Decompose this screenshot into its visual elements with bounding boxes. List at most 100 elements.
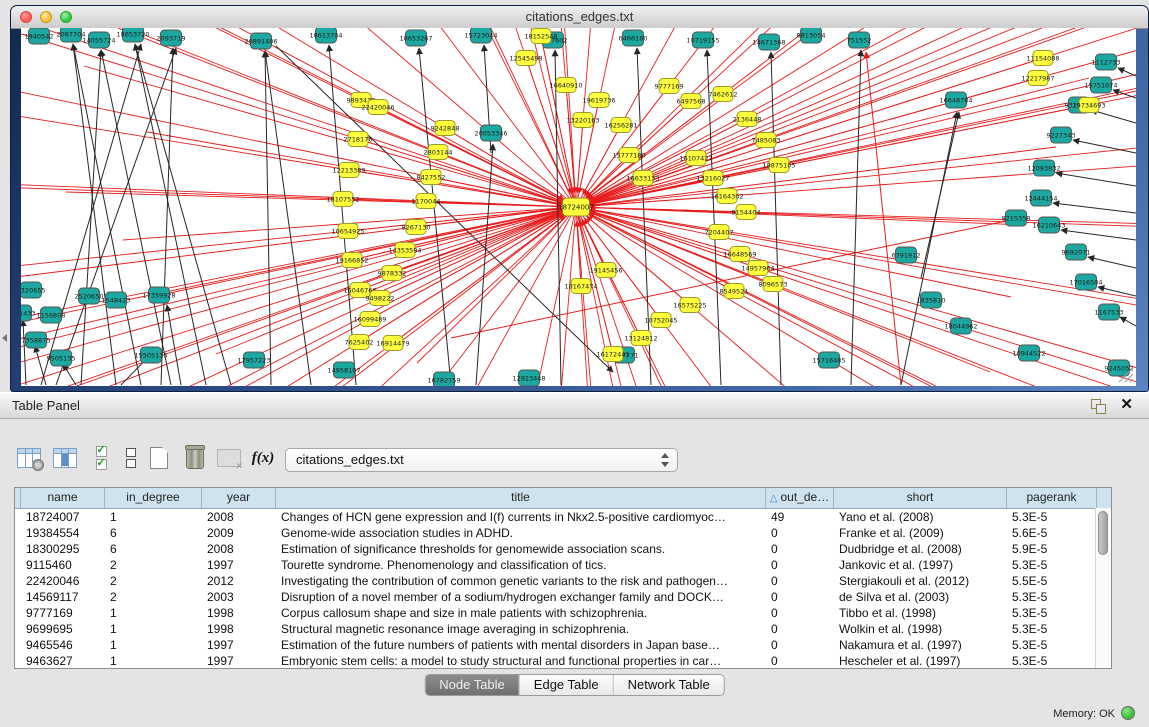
graph-node[interactable]: 15723044 <box>464 28 497 43</box>
graph-node[interactable]: 19875105 <box>762 158 795 173</box>
graph-node[interactable]: 1156808 <box>37 307 66 323</box>
tab-node-table[interactable]: Node Table <box>425 675 520 695</box>
graph-node[interactable]: 2520650 <box>75 288 104 304</box>
graph-node[interactable]: 15751074 <box>1084 77 1117 93</box>
column-header-name[interactable]: name <box>21 488 105 508</box>
graph-node[interactable]: 9242848 <box>431 121 460 136</box>
graph-node[interactable]: 18653720 <box>116 28 149 42</box>
graph-node[interactable]: 10944522 <box>1012 345 1045 361</box>
graph-node[interactable]: 14055724 <box>82 32 115 48</box>
graph-node[interactable]: 6791912 <box>892 247 921 263</box>
graph-node[interactable]: 16210643 <box>1032 217 1065 233</box>
graph-node[interactable]: 19166852 <box>335 253 368 268</box>
graph-node[interactable]: 2136448 <box>733 112 762 127</box>
graph-node[interactable]: 9498222 <box>366 291 395 306</box>
graph-node[interactable]: 9777169 <box>655 79 684 94</box>
column-header-pagerank[interactable]: pagerank <box>1007 488 1097 508</box>
graph-node[interactable]: 8813054 <box>797 28 826 43</box>
graph-node[interactable]: 7462612 <box>709 87 738 102</box>
graph-node[interactable]: 16164302 <box>710 189 743 204</box>
graph-node[interactable]: 12444154 <box>1024 190 1057 206</box>
graph-node[interactable]: 8215358 <box>1002 210 1031 226</box>
graph-node[interactable]: 13124812 <box>624 331 657 346</box>
window-titlebar[interactable]: citations_edges.txt <box>11 6 1148 29</box>
graph-node[interactable]: 8427552 <box>417 170 446 185</box>
graph-node[interactable]: 2093719 <box>157 30 186 46</box>
graph-node[interactable]: 1940542 <box>25 28 54 44</box>
column-header-short[interactable]: short <box>834 488 1007 508</box>
graph-node[interactable]: 19619736 <box>582 93 615 108</box>
graph-node[interactable]: 1835810 <box>917 292 946 308</box>
graph-node[interactable]: 9505135 <box>47 350 76 366</box>
graph-node[interactable]: 2087704 <box>57 28 86 42</box>
table-row[interactable]: 969969511998Structural magnetic resonanc… <box>15 621 1111 637</box>
graph-node[interactable]: 20053346 <box>474 125 507 141</box>
table-row[interactable]: 2242004622012Investigating the contribut… <box>15 573 1111 589</box>
graph-node[interactable]: 16256281 <box>604 118 637 133</box>
graph-node[interactable]: 16782759 <box>427 372 460 386</box>
graph-node[interactable]: 14671368 <box>752 34 785 50</box>
collapsed-panel-strip[interactable] <box>0 0 10 392</box>
network-table-select[interactable]: citations_edges.txt <box>285 448 678 472</box>
graph-node[interactable]: 7625402 <box>345 335 374 350</box>
table-row[interactable]: 1938455462009Genome-wide association stu… <box>15 525 1111 541</box>
table-row[interactable]: 1872400712008Changes of HCN gene express… <box>15 509 1111 525</box>
table-row[interactable]: 1830029562008Estimation of significance … <box>15 541 1111 557</box>
graph-node[interactable]: 7358875 <box>22 332 51 348</box>
graph-node[interactable]: 12213389 <box>332 163 365 178</box>
graph-node[interactable]: 9878332 <box>378 266 407 281</box>
table-row[interactable]: 911546021997Tourette syndrome. Phenomeno… <box>15 557 1111 573</box>
graph-node[interactable]: 1170044 <box>412 194 441 209</box>
graph-node[interactable]: 11154088 <box>1026 51 1059 66</box>
graph-node[interactable]: 9154404 <box>732 205 761 220</box>
graph-node[interactable]: 8267130 <box>402 220 431 235</box>
column-header-year[interactable]: year <box>202 488 276 508</box>
float-panel-icon[interactable] <box>1091 399 1105 412</box>
new-document-icon[interactable] <box>146 444 172 472</box>
column-chooser-icon[interactable] <box>52 444 78 472</box>
graph-node[interactable]: 1548423 <box>102 292 131 308</box>
graph-node[interactable]: 8096573 <box>759 277 788 292</box>
graph-node[interactable]: 18613704 <box>309 28 342 43</box>
network-canvas[interactable]: 1940542208770414055724186537202093719208… <box>21 28 1136 386</box>
graph-node[interactable]: 18107552 <box>326 192 359 207</box>
graph-node[interactable]: 10654925 <box>331 224 364 239</box>
graph-node[interactable]: 16640910 <box>549 78 582 93</box>
graph-node[interactable]: 16575225 <box>673 298 706 313</box>
tab-edge-table[interactable]: Edge Table <box>520 675 614 695</box>
graph-node[interactable]: 17016504 <box>1069 274 1102 290</box>
tab-network-table[interactable]: Network Table <box>614 675 724 695</box>
graph-node[interactable]: 16107427 <box>679 151 712 166</box>
table-scrollbar-thumb[interactable] <box>1098 511 1108 555</box>
table-row[interactable]: 1456911722003Disruption of a novel membe… <box>15 589 1111 605</box>
graph-node[interactable]: 10653267 <box>399 30 432 46</box>
function-builder-icon[interactable]: f(x) <box>250 444 276 472</box>
graph-node[interactable]: 2803144 <box>424 145 453 160</box>
graph-node[interactable]: 9245052 <box>1105 360 1134 376</box>
graph-node[interactable]: 10719155 <box>686 32 719 48</box>
select-all-check-icon[interactable] <box>88 444 114 472</box>
graph-node[interactable]: 7204407 <box>705 225 734 240</box>
table-row[interactable]: 946362711997Embryonic stem cells: a mode… <box>15 653 1111 669</box>
graph-node[interactable]: 2718176 <box>344 132 373 147</box>
graph-node[interactable]: 16648784 <box>939 92 972 108</box>
column-header-title[interactable]: title <box>276 488 766 508</box>
graph-node[interactable]: 15777180 <box>612 148 645 163</box>
graph-node[interactable]: 2320655 <box>21 282 45 298</box>
graph-hub-node[interactable]: 18724007 <box>558 198 594 216</box>
trash-icon[interactable] <box>182 444 208 472</box>
graph-node[interactable]: 9692071 <box>1062 244 1091 260</box>
table-settings-icon[interactable] <box>16 444 42 472</box>
graph-node[interactable]: 10752045 <box>644 313 677 328</box>
table-scrollbar[interactable] <box>1095 508 1111 668</box>
graph-node[interactable]: 15716485 <box>812 352 845 368</box>
column-header-out-de-[interactable]: △out_de… <box>766 488 834 508</box>
graph-node[interactable]: 12217987 <box>1021 71 1054 86</box>
graph-node[interactable]: 1167533 <box>1095 304 1124 320</box>
graph-node[interactable]: 19145456 <box>589 263 622 278</box>
graph-node[interactable]: 13220163 <box>566 113 599 128</box>
graph-node[interactable]: 7485083 <box>752 133 781 148</box>
table-row[interactable]: 977716911998Corpus callosum shape and si… <box>15 605 1111 621</box>
graph-node[interactable]: 6497568 <box>677 94 706 109</box>
graph-node[interactable]: 16914479 <box>376 336 409 351</box>
